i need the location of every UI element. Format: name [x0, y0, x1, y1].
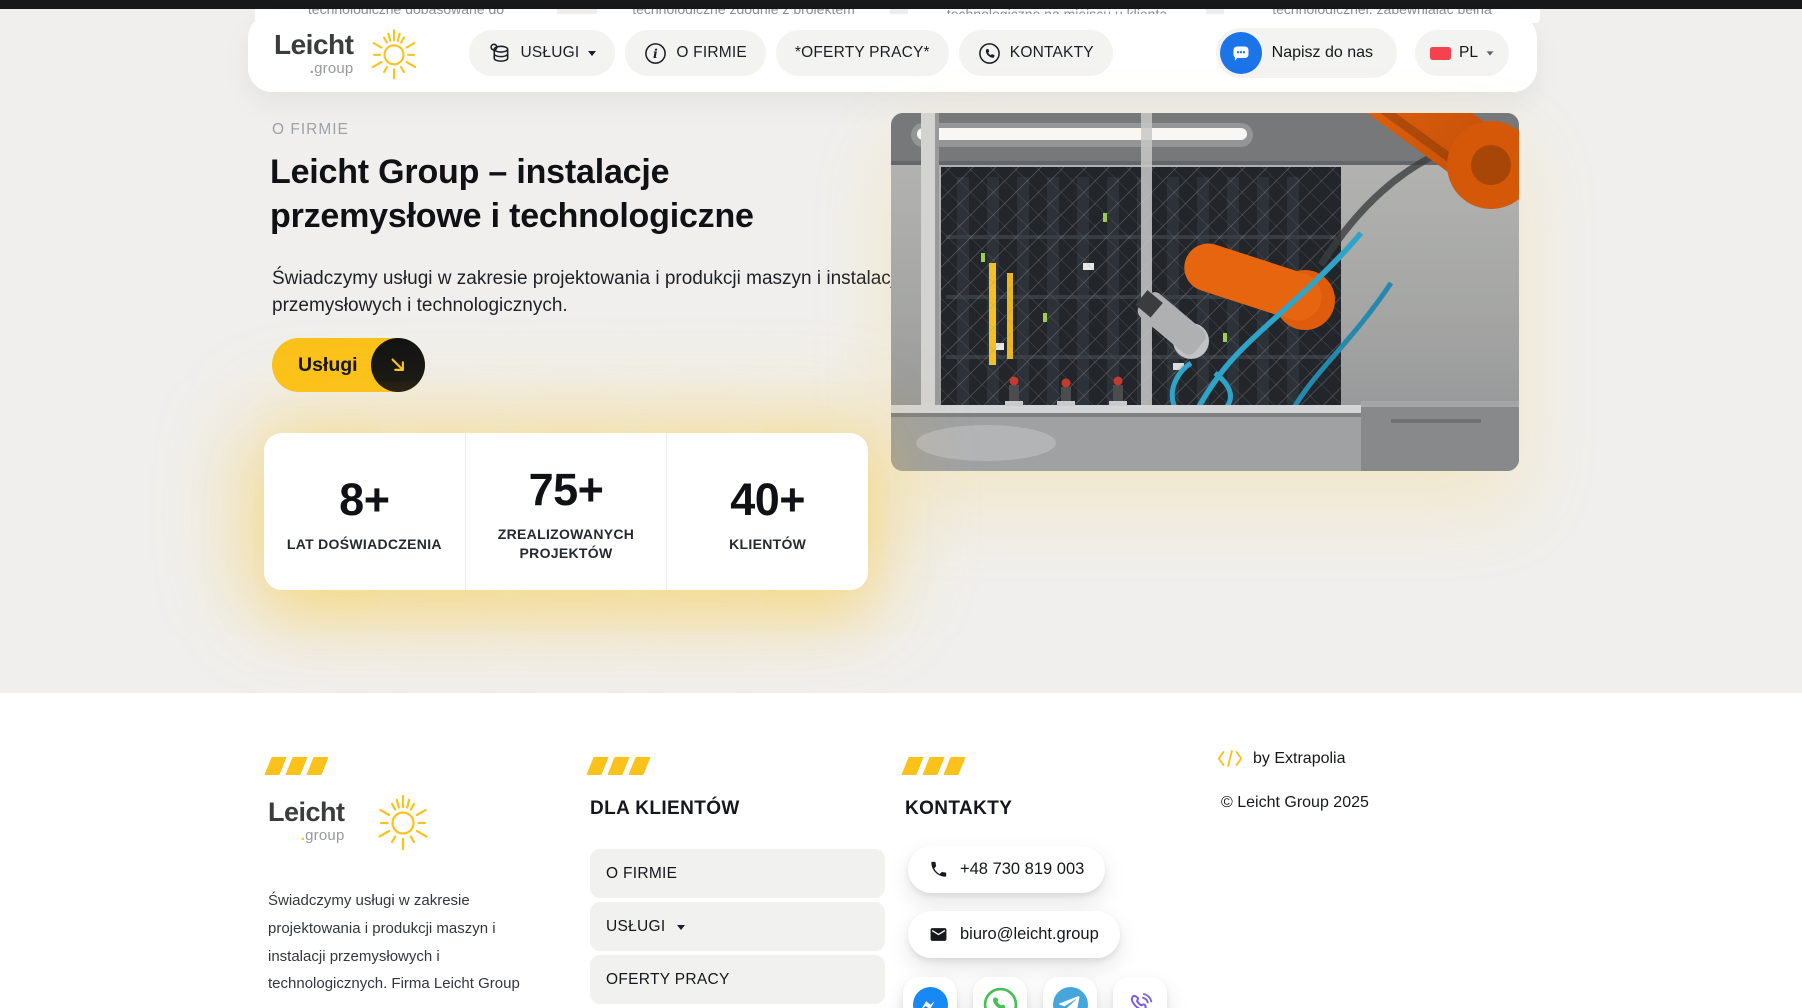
footer-link-oferty-pracy[interactable]: OFERTY PRACY [590, 955, 885, 1004]
stat-value: 75+ [528, 464, 604, 516]
email-address: biuro@leicht.group [960, 925, 1099, 943]
footer-link-uslugi[interactable]: USŁUGI [590, 902, 885, 951]
copyright: © Leicht Group 2025 [1221, 794, 1369, 811]
phone-icon [978, 42, 1000, 64]
info-icon: i [645, 42, 667, 64]
stat-label: LAT DOŚWIADCZENIA [286, 535, 442, 552]
viber-icon [1130, 992, 1152, 1008]
header: Leicht .group USŁUGI i O FIRMIE *OFERTY … [248, 14, 1537, 92]
arrow-down-right-icon [370, 338, 425, 392]
developer-credit-label: by Extrapolia [1253, 749, 1346, 767]
svg-text:i: i [653, 45, 658, 60]
stat-projects: 75+ ZREALIZOWANYCH PROJEKTÓW [464, 433, 667, 590]
email-button[interactable]: biuro@leicht.group [908, 911, 1120, 958]
code-icon [1217, 750, 1243, 767]
messenger-link[interactable] [903, 977, 957, 1008]
telegram-icon [1052, 986, 1088, 1008]
messenger-icon [912, 986, 948, 1008]
logo-text: Leicht .group [268, 797, 345, 844]
developer-credit[interactable]: by Extrapolia [1216, 748, 1346, 769]
chevron-down-icon [588, 51, 597, 56]
language-code: PL [1459, 44, 1478, 61]
envelope-icon [930, 928, 947, 941]
chat-icon [1219, 32, 1262, 74]
nav-item-uslugi[interactable]: USŁUGI [469, 30, 616, 76]
slashes-icon [264, 757, 329, 775]
nav-label: O FIRMIE [676, 44, 747, 61]
sun-logo-icon [378, 794, 427, 851]
whatsapp-icon [983, 987, 1017, 1008]
nav-item-oferty-pracy[interactable]: *OFERTY PRACY* [775, 30, 949, 76]
sun-logo-icon [372, 29, 417, 80]
telegram-link[interactable] [1043, 977, 1097, 1008]
stat-label: KLIENTÓW [729, 535, 807, 552]
phone-solid-icon [931, 861, 947, 877]
cta-label: Napisz do nas [1271, 44, 1374, 61]
language-selector[interactable]: PL [1415, 30, 1509, 76]
footer: Leicht .group Świadczymy usługi w zakres… [0, 693, 1802, 1008]
logo-suffix: .group [300, 827, 345, 844]
logo-name: Leicht [274, 28, 354, 60]
social-links [903, 977, 1167, 1008]
stat-value: 8+ [339, 473, 390, 525]
footer-logo[interactable]: Leicht .group [268, 789, 435, 853]
slashes-icon [586, 757, 651, 775]
nav-label: *OFERTY PRACY* [794, 44, 930, 61]
stat-value: 40+ [730, 473, 806, 525]
top-dark-bar [0, 0, 1802, 9]
stats-card: 8+ LAT DOŚWIADCZENIA 75+ ZREALIZOWANYCH … [264, 433, 868, 590]
footer-about-text: Świadczymy usługi w zakresie projektowan… [268, 892, 520, 993]
footer-link-label: O FIRMIE [606, 864, 678, 882]
nav-label: KONTAKTY [1009, 44, 1094, 61]
viber-link[interactable] [1113, 977, 1167, 1008]
services-button[interactable]: Usługi [272, 338, 425, 392]
chevron-down-icon [676, 924, 685, 930]
stat-label: ZREALIZOWANYCH PROJEKTÓW [497, 526, 635, 561]
hero-eyebrow: O FIRMIE [272, 121, 349, 138]
footer-link-label: OFERTY PRACY [606, 970, 730, 988]
footer-menu: O FIRMIE USŁUGI OFERTY PRACY [590, 849, 885, 1004]
contact-cta-button[interactable]: Napisz do nas [1215, 28, 1398, 78]
footer-clients-title: DLA KLIENTÓW [590, 798, 740, 819]
slashes-icon [901, 757, 966, 775]
nav-item-o-firmie[interactable]: i O FIRMIE [625, 30, 766, 76]
page: technologiczne dopasowane do technologic… [0, 0, 1802, 1008]
footer-link-label: USŁUGI [606, 917, 666, 935]
phone-button[interactable]: +48 730 819 003 [908, 846, 1106, 893]
logo-suffix: .group [309, 59, 354, 77]
hero-title: Leicht Group – instalacje przemysłowe i … [270, 153, 754, 236]
footer-link-o-firmie[interactable]: O FIRMIE [590, 849, 885, 898]
main-nav: USŁUGI i O FIRMIE *OFERTY PRACY* KONTAKT… [469, 30, 1113, 76]
poland-flag-icon [1430, 46, 1452, 60]
chevron-down-icon [1486, 51, 1494, 56]
header-right: Napisz do nas PL [1215, 28, 1509, 78]
logo-name: Leicht [268, 797, 345, 827]
logo[interactable]: Leicht .group [274, 24, 423, 82]
phone-number: +48 730 819 003 [960, 860, 1085, 878]
footer-contacts-title: KONTAKTY [905, 798, 1013, 819]
services-button-label: Usługi [298, 353, 358, 376]
nav-label: USŁUGI [520, 44, 580, 61]
stat-clients: 40+ KLIENTÓW [666, 433, 868, 590]
whatsapp-link[interactable] [973, 977, 1027, 1008]
hero-subtitle: Świadczymy usługi w zakresie projektowan… [272, 268, 900, 316]
stat-experience: 8+ LAT DOŚWIADCZENIA [264, 433, 465, 590]
logo-text: Leicht .group [274, 28, 354, 77]
database-icon [490, 43, 509, 62]
nav-item-kontakty[interactable]: KONTAKTY [958, 30, 1113, 76]
hero-image-industrial-robot [891, 113, 1519, 471]
